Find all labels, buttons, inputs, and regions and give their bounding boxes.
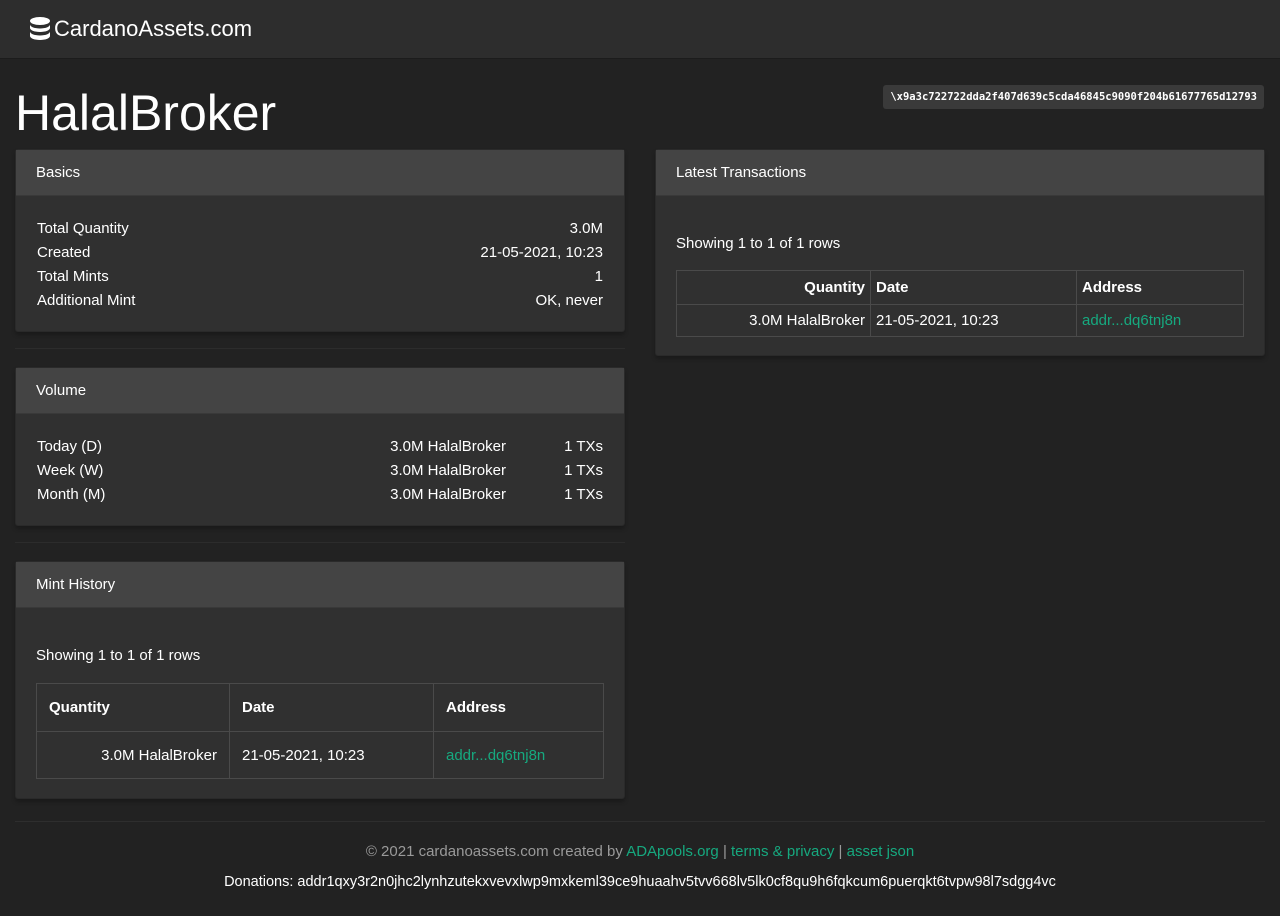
top-navbar: CardanoAssets.com [0, 0, 1280, 59]
footer-donations: Donations: addr1qxy3r2n0jhc2lynhzutekxve… [224, 874, 1056, 890]
section-divider [15, 542, 625, 543]
volume-card: Volume Today (D) 3.0M HalalBroker 1 TXs … [15, 367, 625, 526]
basics-label: Created [37, 244, 91, 261]
brand-link[interactable]: CardanoAssets.com [30, 14, 252, 44]
column-header-quantity[interactable]: Quantity [676, 270, 871, 305]
transactions-showing-rows: Showing 1 to 1 of 1 rows [676, 235, 841, 252]
tx-date: 21-05-2021, 10:23 [870, 304, 1077, 337]
table-header-row: Quantity Date Address [676, 270, 1244, 305]
basics-value: OK, never [535, 292, 603, 309]
column-header-date[interactable]: Date [229, 683, 434, 732]
latest-transactions-card: Latest Transactions Showing 1 to 1 of 1 … [655, 149, 1265, 356]
volume-period: Today (D) [37, 438, 103, 455]
tx-address-cell: addr...dq6tnj8n [1076, 304, 1244, 337]
footer-separator: | [838, 843, 843, 860]
mint-quantity: 3.0M HalalBroker [36, 731, 230, 779]
basics-card-header: Basics [16, 150, 624, 196]
asset-json-link[interactable]: asset json [847, 843, 915, 860]
column-header-address[interactable]: Address [1076, 270, 1244, 305]
column-header-quantity[interactable]: Quantity [36, 683, 230, 732]
mint-address-link[interactable]: addr...dq6tnj8n [446, 747, 545, 764]
table-header-row: Quantity Date Address [36, 683, 604, 732]
tx-quantity: 3.0M HalalBroker [676, 304, 871, 337]
basics-value: 1 [594, 268, 603, 285]
basics-row-created: Created 21-05-2021, 10:23 [37, 241, 603, 265]
column-header-address[interactable]: Address [433, 683, 604, 732]
volume-card-header: Volume [16, 368, 624, 414]
terms-privacy-link[interactable]: terms & privacy [731, 843, 834, 860]
volume-tx-count: 1 TXs [564, 462, 603, 479]
mint-history-card: Mint History Showing 1 to 1 of 1 rows Qu… [15, 561, 625, 799]
section-divider [15, 348, 625, 349]
column-header-date[interactable]: Date [870, 270, 1077, 305]
basics-label: Additional Mint [37, 292, 136, 309]
footer-copyright: © 2021 cardanoassets.com created by [365, 843, 623, 860]
volume-period: Month (M) [37, 486, 106, 503]
table-row: 3.0M HalalBroker 21-05-2021, 10:23 addr.… [36, 731, 604, 779]
basics-card: Basics Total Quantity 3.0M Created 21-05… [15, 149, 625, 332]
mint-history-showing-rows: Showing 1 to 1 of 1 rows [36, 647, 201, 664]
volume-amount: 3.0M HalalBroker [390, 438, 506, 455]
footer-divider [15, 821, 1265, 822]
volume-tx-count: 1 TXs [564, 486, 603, 503]
volume-list: Today (D) 3.0M HalalBroker 1 TXs Week (W… [37, 435, 603, 507]
basics-row-total-quantity: Total Quantity 3.0M [37, 217, 603, 241]
volume-tx-count: 1 TXs [564, 438, 603, 455]
volume-row-today: Today (D) 3.0M HalalBroker 1 TXs [37, 435, 603, 459]
latest-transactions-table: Quantity Date Address 3.0M HalalBroker 2… [676, 270, 1244, 337]
mint-date: 21-05-2021, 10:23 [229, 731, 434, 779]
volume-period: Week (W) [37, 462, 104, 479]
volume-row-week: Week (W) 3.0M HalalBroker 1 TXs [37, 459, 603, 483]
basics-value: 21-05-2021, 10:23 [480, 244, 603, 261]
basics-list: Total Quantity 3.0M Created 21-05-2021, … [37, 217, 603, 313]
database-icon [30, 17, 50, 41]
mint-address-cell: addr...dq6tnj8n [433, 731, 604, 779]
mint-history-card-header: Mint History [16, 562, 624, 608]
basics-row-total-mints: Total Mints 1 [37, 265, 603, 289]
footer-links: © 2021 cardanoassets.com created by ADAp… [0, 842, 1280, 862]
mint-history-table: Quantity Date Address 3.0M HalalBroker 2… [36, 683, 604, 779]
basics-label: Total Mints [37, 268, 109, 285]
page-title: HalalBroker [15, 85, 277, 141]
brand-name: CardanoAssets.com [54, 16, 253, 41]
volume-row-month: Month (M) 3.0M HalalBroker 1 TXs [37, 483, 603, 507]
basics-row-additional-mint: Additional Mint OK, never [37, 289, 603, 313]
tx-address-link[interactable]: addr...dq6tnj8n [1082, 312, 1181, 329]
volume-amount: 3.0M HalalBroker [390, 462, 506, 479]
latest-transactions-card-header: Latest Transactions [656, 150, 1264, 196]
policy-id-badge: \x9a3c722722dda2f407d639c5cda46845c9090f… [883, 85, 1264, 109]
basics-label: Total Quantity [37, 220, 129, 237]
table-row: 3.0M HalalBroker 21-05-2021, 10:23 addr.… [676, 304, 1244, 337]
adapools-link[interactable]: ADApools.org [626, 843, 719, 860]
basics-value: 3.0M [569, 220, 603, 237]
volume-amount: 3.0M HalalBroker [390, 486, 506, 503]
footer-separator: | [722, 843, 727, 860]
